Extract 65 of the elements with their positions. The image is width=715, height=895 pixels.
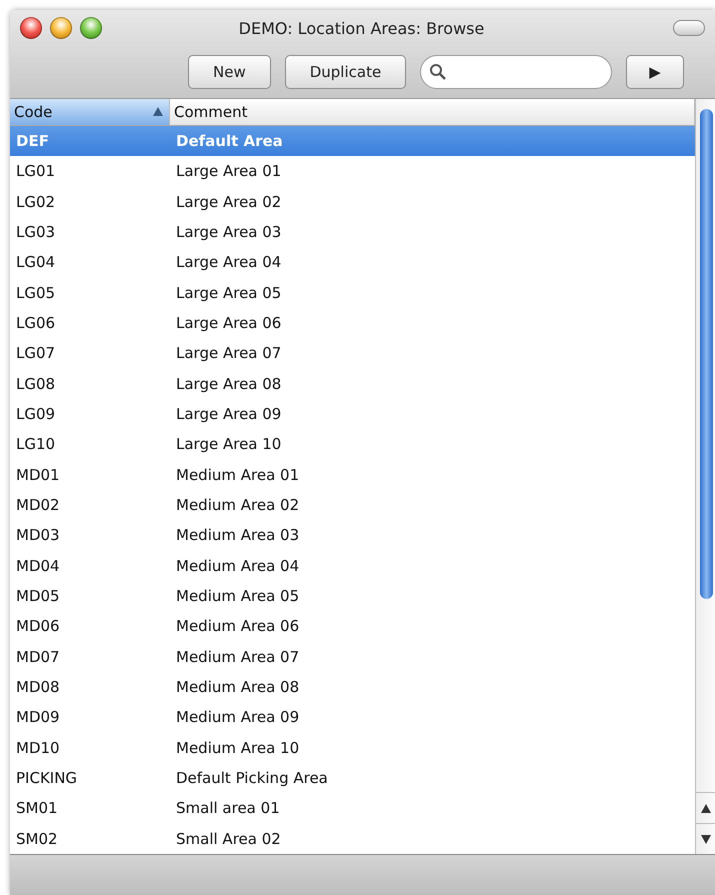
scroll-thumb[interactable] [700,109,713,599]
table-cell-text: SM02 [15,830,59,848]
table-cell-text: Medium Area 08 [175,678,300,696]
table-cell-text: MD04 [15,556,61,575]
table-cell-text: PICKING [15,769,78,787]
table-cell-text: MD10 [15,738,61,757]
table-cell-text: MD02 [15,496,61,514]
table-cell-text: Default Area [175,132,284,150]
table-cell-text: Large Area 01 [175,162,282,180]
table-cell-text: Large Area 08 [175,374,282,393]
table-cell-text: Medium Area 05 [175,587,300,606]
table-cell-text: Large Area 02 [175,192,282,211]
table-cell-text: LG04 [15,253,56,272]
table-cell-text: LG06 [15,314,56,332]
table-cell-text: SM01 [15,799,59,818]
table-cell-text: Large Area 09 [175,405,282,424]
scrollbar[interactable] [695,99,715,854]
table-cell-text: Large Area 05 [175,284,282,302]
table-cell-text: MD01 [15,466,61,484]
table-cell-text: MD09 [15,708,61,726]
table-cell-text: LG02 [15,192,56,211]
table-cell-text: Medium Area 09 [175,708,300,726]
table-cell-text: Large Area 04 [175,253,282,272]
new-button[interactable]: New [188,55,271,89]
window-title: DEMO: Location Areas: Browse [238,18,486,38]
table-cell-text: LG03 [15,223,56,242]
column-label: Comment [174,102,248,121]
table-cell-text: LG05 [15,284,56,302]
table-cell-text: Large Area 07 [175,344,282,362]
table-cell-text: Medium Area 06 [175,617,300,636]
table-cell-text: Medium Area 01 [175,466,300,484]
next-button[interactable]: ▶ [626,55,684,89]
table-cell-text: MD08 [15,678,61,696]
table-cell-text: Small Area 02 [175,830,282,848]
zoom-icon[interactable] [80,17,102,39]
search-icon [429,63,448,81]
table-cell-text: DEF [15,132,50,150]
table-cell-text: Large Area 10 [175,435,282,454]
table-cell-text: LG07 [15,344,56,362]
search-field[interactable] [420,55,612,89]
toolbar-toggle-icon[interactable] [673,20,705,36]
table-cell-text: LG10 [15,435,56,454]
table-cell-text: Medium Area 10 [175,738,300,757]
table-cell-text: MD07 [15,648,61,666]
table-cell-text: Default Picking Area [175,769,329,787]
table-cell-text: Small area 01 [175,799,281,818]
column-header[interactable]: Comment [170,99,695,125]
table-cell-text: MD03 [15,526,61,544]
table-cell-text: Medium Area 07 [175,648,300,666]
minimize-icon[interactable] [50,17,72,39]
table-cell-text: MD05 [15,587,61,606]
table-cell-text: LG01 [15,162,56,180]
close-icon[interactable] [20,17,42,39]
table-cell-text: LG08 [15,374,56,393]
table-cell-text: Large Area 06 [175,314,282,332]
table-cell-text: Large Area 03 [175,223,282,242]
sort-ascending-icon [153,107,163,116]
table-cell-text: Medium Area 04 [175,556,300,575]
table-cell-text: MD06 [15,617,61,636]
table-cell-text: Medium Area 02 [175,496,300,514]
column-label: Code [14,102,52,121]
duplicate-button[interactable]: Duplicate [284,55,406,89]
table-cell-text: LG09 [15,405,56,424]
table-cell-text: Medium Area 03 [175,526,300,544]
column-header[interactable]: Code [10,99,170,125]
